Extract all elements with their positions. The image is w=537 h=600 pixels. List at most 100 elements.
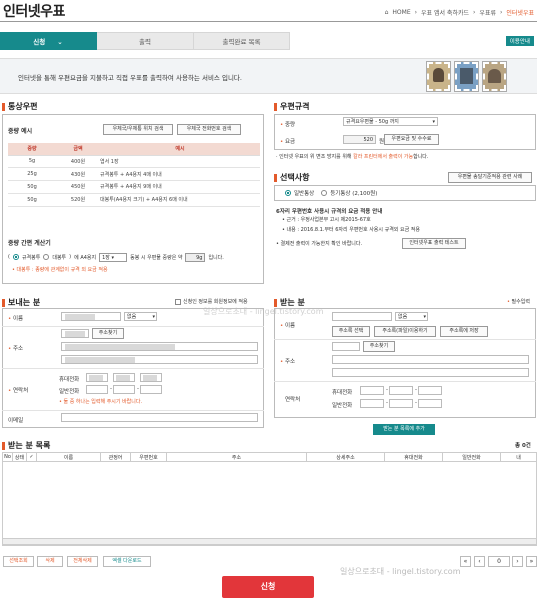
sender-phone-3[interactable]	[140, 385, 162, 394]
delete-button[interactable]: 삭제	[37, 556, 63, 567]
page-number[interactable]: 0	[488, 556, 510, 567]
table-row: 50g 520원 대봉투(A4용지 크기) + A4용지 6매 이내	[8, 193, 260, 207]
postal-section-title: 통상우편	[2, 101, 37, 112]
chevron-down-icon: ▾	[432, 119, 435, 125]
receiver-list-title: 받는 분 목록	[2, 440, 50, 451]
column-header: 상세주소	[306, 452, 385, 462]
next-page-icon[interactable]: ›	[512, 556, 523, 567]
receiver-name-input[interactable]	[332, 312, 392, 321]
chevron-down-icon: ▾	[152, 314, 155, 320]
add-to-receiver-list-button[interactable]: 받는 분 목록에 추가	[373, 424, 435, 435]
sender-mobile-1[interactable]	[86, 373, 108, 382]
address-book-save-button[interactable]: 주소록에 저장	[440, 326, 488, 337]
horizontal-scrollbar[interactable]	[2, 538, 537, 545]
chevron-down-icon: ✓	[29, 454, 34, 460]
radio-large-envelope[interactable]	[43, 254, 50, 260]
spec-section-title: 우편규격	[274, 101, 309, 112]
spec-weight-label: • 중량	[280, 122, 296, 128]
search-office-button[interactable]: 우체국/우체통 위치 검색	[103, 124, 173, 135]
radio-regular-mail[interactable]	[285, 190, 291, 196]
receiver-phone-3[interactable]	[418, 399, 442, 408]
sender-mobile-2[interactable]	[113, 373, 135, 382]
receiver-address-detail-input[interactable]	[332, 368, 529, 377]
receiver-address-search-button[interactable]: 주소찾기	[363, 341, 395, 352]
column-header: 주소	[166, 452, 307, 462]
column-header: No	[2, 452, 13, 462]
submit-button[interactable]: 신청	[222, 576, 314, 598]
receiver-phone-1[interactable]	[360, 399, 384, 408]
watermark: 일상으로초대 - lingel.tistory.com	[203, 307, 324, 316]
sheet-count-select[interactable]: 1장 ▾	[99, 252, 128, 262]
delete-all-button[interactable]: 전체삭제	[67, 556, 98, 567]
calculator-text: 입니다.	[208, 254, 224, 261]
column-header: 중량	[8, 143, 56, 156]
address-book-select-button[interactable]: 주소록 선택	[332, 326, 370, 337]
breadcrumb-item[interactable]: 우표류	[479, 8, 496, 17]
select-query-button[interactable]: 선택조회	[3, 556, 34, 567]
print-notice: · 인터넷 우표의 위 변조 방지를 위해 칼라 프린터에서 출력이 가능합니다…	[276, 154, 429, 160]
fee-value: 520	[343, 135, 376, 144]
calculator-note: • 대봉투 : 종량에 관계없이 규격 외 요금 적용	[12, 267, 108, 273]
sender-address-label: • 주소	[8, 346, 24, 352]
sender-email-input[interactable]	[61, 413, 258, 422]
excel-download-button[interactable]: 엑셀 다운로드	[103, 556, 151, 567]
zip-notice-title: 6자리 우편번호 사용시 규격외 요금 적용 안내	[276, 209, 383, 215]
intro-banner: 인터넷을 통해 우편요금을 지불하고 직접 우표를 출력하여 사용하는 서비스 …	[0, 58, 537, 94]
receiver-mobile-2[interactable]	[389, 386, 413, 395]
spec-weight-select[interactable]: 규격요우편물 - 50g 까지 ▾	[343, 117, 438, 126]
search-zip-button[interactable]: 우체국 전화번호 검색	[177, 124, 241, 135]
receiver-name-select[interactable]: 없음 ▾	[395, 312, 428, 321]
guide-button[interactable]: 이용안내	[505, 36, 534, 46]
sender-mobile-3[interactable]	[140, 373, 162, 382]
receiver-phone-2[interactable]	[389, 399, 413, 408]
sender-phone-2[interactable]	[113, 385, 135, 394]
address-book-file-button[interactable]: 주소록(파일)이용하기	[374, 326, 436, 337]
last-page-icon[interactable]: »	[526, 556, 537, 567]
calculator-text: 에 A4용지	[74, 254, 97, 261]
zip-notice-line: • 근거 : 우정사업본부 고시 제2015-67호	[282, 217, 371, 223]
tab-apply[interactable]: 신청 ⌄	[0, 32, 97, 50]
breadcrumb-home[interactable]: HOME	[392, 9, 410, 16]
column-header: 관정어	[100, 452, 131, 462]
sender-section-title: 보내는 분	[2, 297, 40, 308]
select-all-checkbox[interactable]: ✓	[26, 452, 37, 462]
receiver-mobile-3[interactable]	[418, 386, 442, 395]
fee-info-button[interactable]: 우편요금 및 수수료	[384, 134, 439, 145]
sender-address-search-button[interactable]: 주소찾기	[92, 328, 124, 339]
zip-notice-line: • 결제전 출력이 가능한지 확인 바랍니다.	[276, 241, 363, 247]
receiver-name-label: • 이름	[280, 323, 296, 329]
sender-zip-input[interactable]	[61, 329, 89, 338]
first-page-icon[interactable]: «	[460, 556, 471, 567]
options-section-title: 선택사항	[274, 172, 309, 183]
breadcrumb: ⌂ HOME › 우표 앱서 축하카드 › 우표류 › 인터넷우표	[384, 8, 534, 17]
receiver-list-table: No 상태 ✓ 이름 관정어 우편번호 주소 상세주소 휴대전화 일반전화 내	[2, 452, 537, 462]
stamp-image	[483, 62, 506, 91]
sender-address-detail-input[interactable]	[61, 355, 258, 364]
radio-label: 규격봉투	[21, 254, 41, 261]
print-test-button[interactable]: 인터넷우표 출력 테스트	[402, 238, 466, 249]
prev-page-icon[interactable]: ‹	[474, 556, 485, 567]
radio-registered-mail[interactable]	[321, 190, 328, 196]
receiver-contact-label: 연락처	[285, 397, 301, 403]
column-header: 금액	[56, 143, 100, 156]
column-header: 상태	[12, 452, 27, 462]
radio-standard-envelope[interactable]	[12, 254, 19, 260]
tab-print[interactable]: 출력	[97, 32, 194, 50]
intro-text: 인터넷을 통해 우편요금을 지불하고 직접 우표를 출력하여 사용하는 서비스 …	[18, 74, 242, 82]
sender-name-input[interactable]	[61, 312, 121, 321]
sender-phone-1[interactable]	[86, 385, 108, 394]
breadcrumb-item[interactable]: 우표 앱서 축하카드	[421, 8, 469, 17]
receiver-mobile-1[interactable]	[360, 386, 384, 395]
watermark: 일상으로초대 - lingel.tistory.com	[340, 567, 461, 576]
apply-member-checkbox[interactable]	[175, 298, 181, 305]
tab-print-complete[interactable]: 출력완료 목록	[194, 32, 290, 50]
weight-result: 9g	[185, 252, 206, 262]
sender-name-select[interactable]: 없음 ▾	[124, 312, 157, 321]
delivery-standard-button[interactable]: 우편물 송달기준적용 관련 사례	[448, 172, 532, 183]
sender-email-label: 이메일	[8, 418, 24, 424]
header-divider	[0, 21, 537, 22]
radio-label: 일반통상	[294, 191, 315, 197]
sender-address-input[interactable]	[61, 342, 258, 351]
receiver-zip-input[interactable]	[332, 342, 360, 351]
receiver-address-input[interactable]	[332, 355, 529, 364]
